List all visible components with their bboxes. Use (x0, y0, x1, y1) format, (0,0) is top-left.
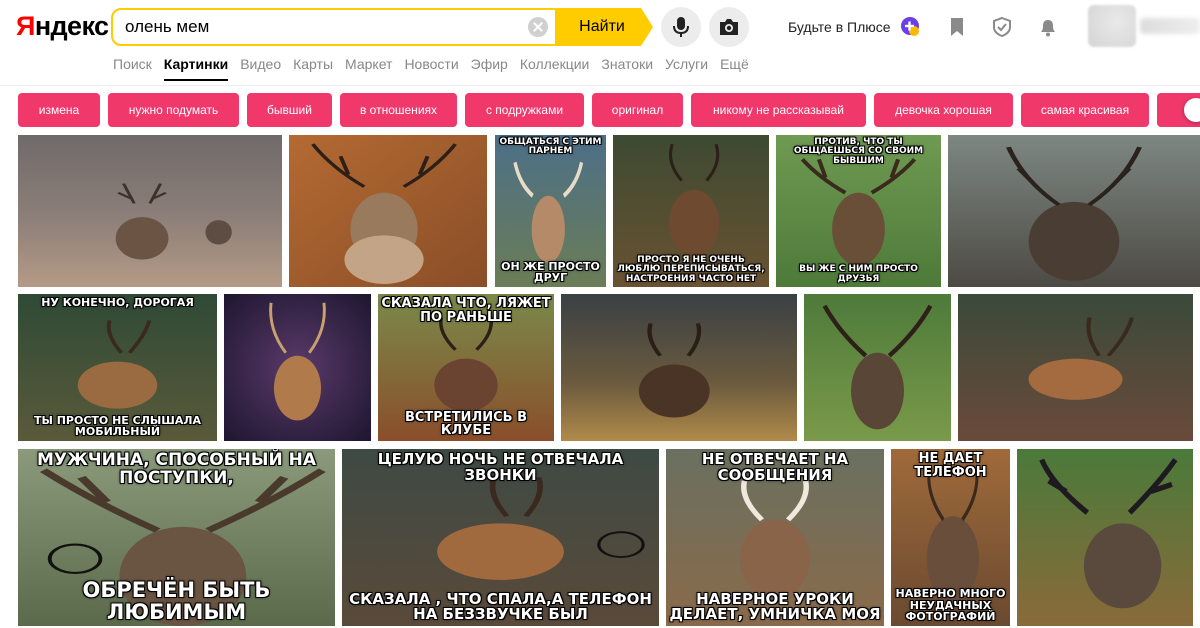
image-result[interactable] (1017, 449, 1193, 626)
user-name-blurred[interactable] (1140, 18, 1200, 34)
tag-chip[interactable]: нужно подумать (108, 93, 239, 127)
meme-caption-top: не дает телефон (914, 451, 987, 480)
image-result[interactable]: общаться с этим парнем он же просто друг (495, 135, 606, 287)
meme-caption-bottom: он же просто друг (501, 259, 600, 285)
clear-search-button[interactable] (521, 10, 555, 44)
image-search-button[interactable] (709, 7, 749, 47)
image-result[interactable]: целую ночь не отвечала звонки сказала , … (342, 449, 659, 626)
notifications-bell-icon[interactable] (1037, 16, 1059, 38)
nav-video[interactable]: Видео (240, 56, 281, 81)
meme-caption-bottom: обречён быть любимым (82, 577, 271, 624)
nav-services[interactable]: Услуги (665, 56, 708, 81)
nav-collections[interactable]: Коллекции (520, 56, 590, 81)
tag-chip[interactable]: бывший (247, 93, 332, 127)
deer-photo (804, 294, 951, 441)
tag-chip[interactable]: измена (18, 93, 100, 127)
deer-photo (224, 294, 371, 441)
nav-market[interactable]: Маркет (345, 56, 392, 81)
plus-promo-link[interactable]: Будьте в Плюсе (788, 19, 891, 35)
search-box: Найти (111, 8, 653, 46)
microphone-icon (673, 17, 689, 37)
image-result[interactable] (18, 135, 282, 287)
voice-search-button[interactable] (661, 7, 701, 47)
meme-caption-bottom: сказала , что спала,а телефон на беззвуч… (349, 589, 652, 624)
nav-more[interactable]: Ещё (720, 56, 749, 81)
find-button[interactable]: Найти (555, 8, 653, 46)
tag-chip[interactable]: в отношениях (340, 93, 457, 127)
deer-photo (18, 135, 282, 287)
image-result[interactable] (804, 294, 951, 441)
tag-chip[interactable]: с подружками (465, 93, 584, 127)
deer-photo (561, 294, 797, 441)
deer-photo (289, 135, 487, 287)
nav-efir[interactable]: Эфир (471, 56, 508, 81)
image-result[interactable]: ну конечно, дорогая ты просто не слышала… (18, 294, 217, 441)
deer-photo (948, 135, 1200, 287)
image-result[interactable]: против, что ты общаешься со своим бывшим… (776, 135, 941, 287)
image-result[interactable] (948, 135, 1200, 287)
meme-caption-top: против, что ты общаешься со своим бывшим (793, 137, 924, 166)
meme-caption-top: не отвечает на сообщения (701, 450, 849, 484)
meme-caption-bottom: наверное уроки делает, умничка моя (669, 589, 881, 624)
nav-images[interactable]: Картинки (163, 56, 229, 81)
image-result[interactable]: не отвечает на сообщения наверное уроки … (666, 449, 884, 626)
tag-chip[interactable]: никому не рассказывай (691, 93, 866, 127)
meme-caption-bottom: наверно много неудачных фотографий (895, 587, 1006, 624)
related-tags-bar: измена нужно подумать бывший в отношениях с … (18, 93, 1200, 129)
tag-chip[interactable]: девочка хорошая (874, 93, 1013, 127)
meme-caption-top: сказала что, ляжет по раньше (381, 296, 551, 325)
deer-photo (958, 294, 1193, 441)
meme-caption-bottom: просто я не очень люблю переписываться, … (617, 254, 765, 284)
camera-icon (720, 19, 738, 35)
meme-caption-top: общаться с этим парнем (499, 137, 602, 157)
meme-caption-top: мужчина, способный на поступки, (37, 450, 316, 488)
meme-caption-bottom: вы же с ним просто друзья (799, 264, 918, 284)
clear-icon (528, 17, 548, 37)
nav-znatoki[interactable]: Знатоки (601, 56, 653, 81)
search-verticals-nav: Поиск Картинки Видео Карты Маркет Новост… (113, 56, 761, 81)
deer-photo (1017, 449, 1193, 626)
search-input[interactable] (113, 10, 521, 44)
meme-caption-bottom: ты просто не слышала мобильный (33, 413, 201, 439)
image-result[interactable] (289, 135, 487, 287)
nav-search[interactable]: Поиск (113, 56, 152, 81)
image-result[interactable]: просто я не очень люблю переписываться, … (613, 135, 769, 287)
nav-news[interactable]: Новости (404, 56, 458, 81)
nav-maps[interactable]: Карты (293, 56, 333, 81)
collections-icon[interactable] (946, 16, 968, 38)
plus-icon[interactable] (900, 16, 920, 36)
image-result[interactable]: сказала что, ляжет по раньше встретились… (378, 294, 554, 441)
image-result[interactable]: мужчина, способный на поступки, обречён … (18, 449, 335, 626)
meme-caption-top: целую ночь не отвечала звонки (377, 450, 624, 484)
meme-caption-bottom: встретились в клубе (404, 409, 528, 439)
yandex-logo[interactable]: Яндекс (16, 11, 109, 42)
image-result[interactable] (561, 294, 797, 441)
shield-icon[interactable] (991, 16, 1013, 38)
image-result[interactable] (224, 294, 371, 441)
meme-caption-top: ну конечно, дорогая (41, 296, 194, 309)
tag-chip[interactable]: оригинал (592, 93, 683, 127)
header: Яндекс Найти Будьте в Плюсе (0, 0, 1200, 86)
tag-chip[interactable]: самая красивая (1021, 93, 1149, 127)
user-avatar[interactable] (1088, 5, 1136, 47)
image-result[interactable]: не дает телефон наверно много неудачных … (891, 449, 1010, 626)
image-result[interactable] (958, 294, 1193, 441)
